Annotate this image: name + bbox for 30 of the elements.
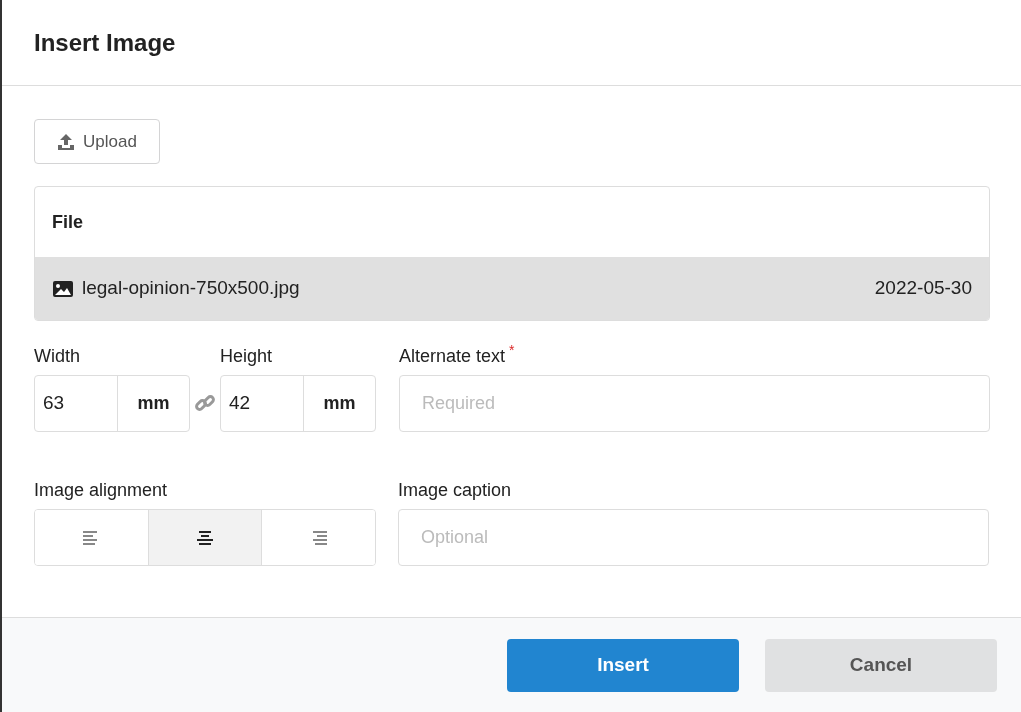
image-icon: [52, 279, 74, 298]
cancel-button[interactable]: Cancel: [765, 638, 997, 692]
input-field[interactable]: Required: [399, 375, 990, 432]
file-row[interactable]: legal-opinion-750x500.jpg 2022-05-30: [35, 257, 989, 320]
input-field[interactable]: Optional: [398, 509, 989, 566]
unit-label: mm: [136, 392, 171, 415]
align-center-icon: [197, 529, 213, 546]
dialog-title: Insert Image: [34, 27, 176, 58]
insert-button[interactable]: Insert: [507, 638, 739, 692]
input-field[interactable]: 42 mm: [220, 375, 376, 432]
upload-icon: [57, 132, 75, 151]
unit-label: mm: [322, 392, 357, 415]
upload-button[interactable]: Upload: [34, 119, 160, 164]
field-label: Alternate text: [399, 345, 506, 368]
field-label: Height: [220, 345, 274, 368]
input-field[interactable]: 63 mm: [34, 375, 190, 432]
file-name: legal-opinion-750x500.jpg: [82, 276, 301, 301]
field-label: Width: [34, 345, 81, 368]
align-left-icon: [83, 529, 100, 546]
required-mark: *: [509, 343, 515, 357]
field-label: Image alignment: [34, 479, 169, 502]
align-right-icon: [310, 529, 327, 546]
file-date: 2022-05-30: [874, 276, 972, 301]
align-center-button[interactable]: [147, 510, 262, 565]
field-label: Image caption: [398, 479, 513, 502]
field-value: 42: [221, 376, 304, 431]
field-value: 63: [35, 376, 118, 431]
link-icon[interactable]: [194, 392, 216, 414]
align-right-button[interactable]: [261, 510, 375, 565]
column-header: File: [52, 210, 83, 234]
